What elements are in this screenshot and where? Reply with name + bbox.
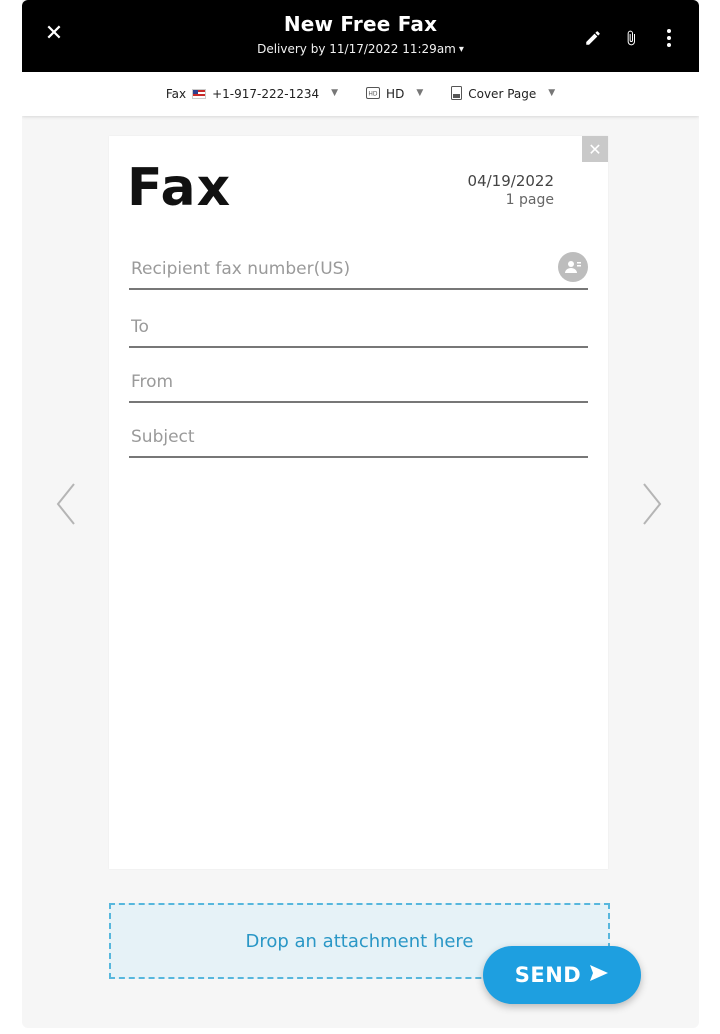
from-field: [129, 367, 588, 403]
quality-selector[interactable]: HD HD ▼: [366, 86, 424, 102]
subject-input[interactable]: [129, 422, 551, 452]
delivery-text: Delivery by 11/17/2022 11:29am: [257, 42, 456, 56]
fax-toolbar: Fax +1-917-222-1234 ▼ HD HD ▼ Cover Page…: [22, 72, 699, 116]
cover-page-label: Cover Page: [468, 87, 537, 101]
more-vertical-icon[interactable]: [659, 28, 679, 48]
fax-date: 04/19/2022: [467, 172, 554, 190]
fax-number: +1-917-222-1234: [212, 87, 320, 101]
chevron-left-icon[interactable]: [52, 480, 80, 528]
header-bar: ✕ New Free Fax Delivery by 11/17/2022 11…: [22, 0, 699, 72]
dropzone-text: Drop an attachment here: [245, 930, 474, 952]
recipient-field: [129, 252, 588, 290]
recipient-fax-input[interactable]: [129, 254, 551, 284]
send-button[interactable]: SEND: [483, 946, 641, 1004]
page-count: 1 page: [505, 192, 554, 208]
send-arrow-icon: [589, 963, 609, 987]
paperclip-icon[interactable]: [621, 28, 641, 48]
svg-text:HD: HD: [368, 90, 378, 97]
chevron-down-icon: ▼: [416, 88, 424, 98]
subject-field: [129, 422, 588, 458]
header-actions: [583, 28, 679, 48]
fax-heading: Fax: [127, 158, 232, 218]
chevron-down-icon: ▼: [548, 88, 556, 98]
quality-label: HD: [386, 87, 405, 101]
send-label: SEND: [514, 963, 582, 987]
contacts-icon[interactable]: [558, 252, 588, 282]
fax-number-selector[interactable]: Fax +1-917-222-1234 ▼: [166, 87, 338, 101]
fax-cover-sheet: ✕ Fax 04/19/2022 1 page: [109, 136, 608, 869]
chevron-down-icon: ▾: [458, 44, 464, 55]
chevron-right-icon[interactable]: [638, 480, 666, 528]
fax-prefix: Fax: [165, 87, 187, 101]
cover-page-icon: [451, 85, 463, 103]
pencil-icon[interactable]: [583, 28, 603, 48]
close-icon[interactable]: ✕: [582, 136, 608, 162]
cover-page-selector[interactable]: Cover Page ▼: [451, 85, 556, 103]
chevron-down-icon: ▼: [331, 88, 339, 98]
us-flag-icon: [192, 89, 207, 99]
from-input[interactable]: [129, 367, 551, 397]
to-field: [129, 312, 588, 348]
to-input[interactable]: [129, 312, 551, 342]
hd-icon: HD: [366, 86, 381, 102]
fax-app: ✕ New Free Fax Delivery by 11/17/2022 11…: [22, 0, 699, 1028]
